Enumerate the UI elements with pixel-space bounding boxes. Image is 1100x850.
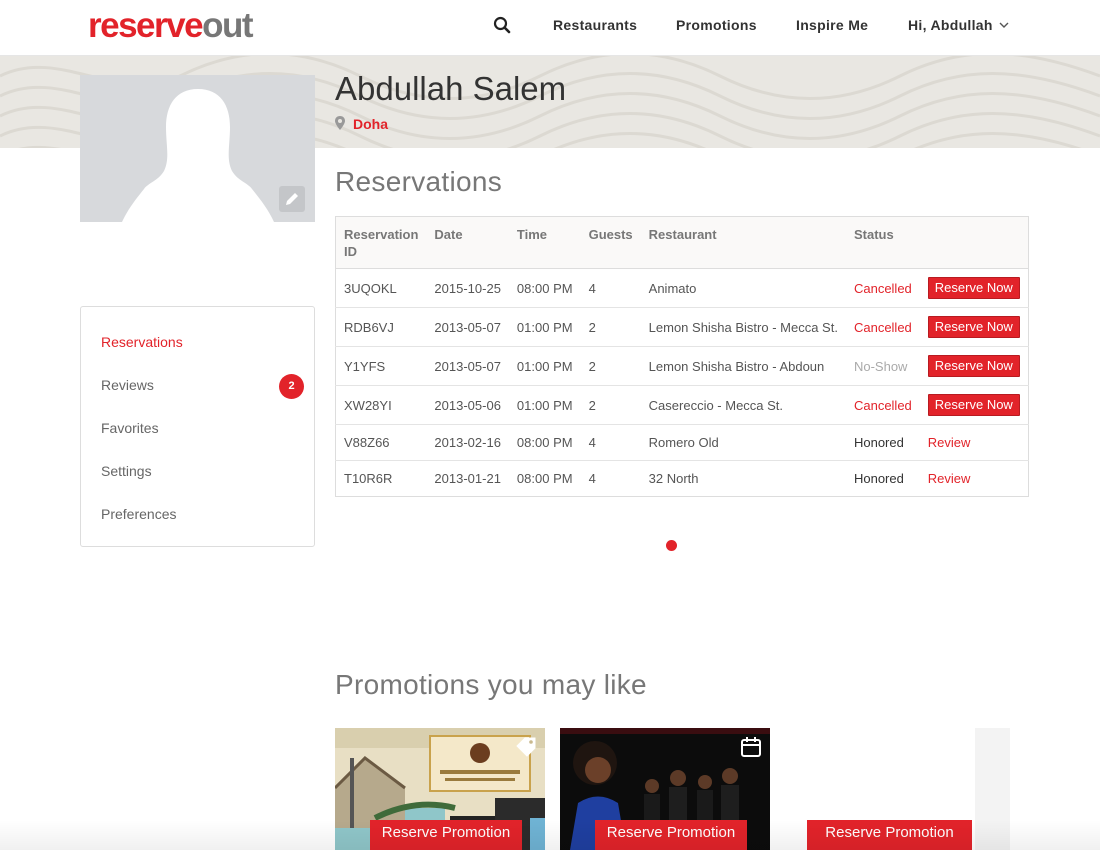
cell-date: 2013-05-07 (426, 307, 509, 347)
cell-guests: 2 (580, 346, 641, 386)
cell-time: 01:00 PM (508, 307, 581, 347)
pagination-dot[interactable] (666, 540, 677, 551)
status-badge: Honored (845, 460, 920, 497)
cell-guests: 4 (580, 424, 641, 461)
cell-date: 2013-02-16 (426, 424, 509, 461)
sidebar-item-reservations[interactable]: Reservations (101, 334, 183, 350)
reserve-now-button[interactable]: Reserve Now (927, 355, 1020, 377)
cell-reservation-id: V88Z66 (335, 424, 427, 461)
cell-guests: 4 (580, 268, 641, 308)
reservations-table: Reservation ID Date Time Guests Restaura… (335, 216, 1029, 497)
status-badge: Cancelled (845, 307, 920, 347)
cell-restaurant: Lemon Shisha Bistro - Mecca St. (640, 307, 846, 347)
pencil-icon[interactable] (279, 186, 305, 212)
cell-guests: 2 (580, 307, 641, 347)
promotion-card[interactable]: Reserve Promotion (335, 728, 545, 850)
reviews-count-badge: 2 (279, 374, 304, 399)
profile-name: Abdullah Salem (335, 70, 567, 107)
cell-restaurant: 32 North (640, 460, 846, 497)
table-row: V88Z66 2013-02-16 08:00 PM 4 Romero Old … (335, 424, 1029, 461)
reserve-now-button[interactable]: Reserve Now (927, 394, 1020, 416)
location-pin-icon (335, 116, 345, 130)
cell-reservation-id: RDB6VJ (335, 307, 427, 347)
col-header-status: Status (845, 216, 920, 269)
sidebar-item-preferences[interactable]: Preferences (101, 506, 176, 522)
sidebar-item-settings[interactable]: Settings (101, 463, 152, 479)
review-link[interactable]: Review (928, 435, 971, 450)
status-badge: Honored (845, 424, 920, 461)
col-header-guests: Guests (580, 216, 641, 269)
cell-action: Reserve Now (919, 307, 1029, 347)
top-navigation-bar: reserveout Restaurants Promotions Inspir… (0, 0, 1100, 56)
cell-time: 08:00 PM (508, 460, 581, 497)
cell-action: Reserve Now (919, 385, 1029, 425)
reserve-now-button[interactable]: Reserve Now (927, 277, 1020, 299)
reserveout-logo[interactable]: reserveout (88, 6, 253, 46)
cell-restaurant: Lemon Shisha Bistro - Abdoun (640, 346, 846, 386)
table-row: RDB6VJ 2013-05-07 01:00 PM 2 Lemon Shish… (335, 307, 1029, 347)
cell-date: 2013-01-21 (426, 460, 509, 497)
sidebar-item-reviews[interactable]: Reviews (101, 377, 154, 393)
status-badge: Cancelled (845, 385, 920, 425)
col-header-restaurant: Restaurant (640, 216, 846, 269)
col-header-time: Time (508, 216, 581, 269)
logo-text-out: out (202, 6, 253, 45)
cell-restaurant: Animato (640, 268, 846, 308)
chevron-down-icon[interactable] (998, 18, 1010, 30)
status-badge: No-Show (845, 346, 920, 386)
cell-time: 08:00 PM (508, 424, 581, 461)
search-icon[interactable] (493, 16, 513, 36)
reserve-promotion-button[interactable]: Reserve Promotion (370, 820, 522, 850)
cell-restaurant: Casereccio - Mecca St. (640, 385, 846, 425)
review-link[interactable]: Review (928, 471, 971, 486)
profile-side-menu: Reservations Reviews 2 Favorites Setting… (80, 306, 315, 547)
cell-action: Reserve Now (919, 346, 1029, 386)
nav-inspire-me[interactable]: Inspire Me (796, 17, 868, 33)
logo-text-reserve: reserve (88, 6, 204, 45)
col-header-date: Date (426, 216, 509, 269)
cell-time: 01:00 PM (508, 385, 581, 425)
col-header-reservation-id: Reservation ID (335, 216, 427, 269)
cell-date: 2013-05-06 (426, 385, 509, 425)
cell-action: Reserve Now (919, 268, 1029, 308)
nav-restaurants[interactable]: Restaurants (553, 17, 637, 33)
promotion-card[interactable]: Reserve Promotion (560, 728, 770, 850)
calendar-icon (740, 736, 762, 758)
status-badge: Cancelled (845, 268, 920, 308)
reservations-heading: Reservations (335, 166, 503, 197)
reserve-now-button[interactable]: Reserve Now (927, 316, 1020, 338)
reserve-promotion-button[interactable]: Reserve Promotion (807, 820, 972, 850)
promotion-card-partial[interactable] (975, 728, 1010, 850)
promotions-heading: Promotions you may like (335, 669, 647, 700)
cell-time: 08:00 PM (508, 268, 581, 308)
user-menu-toggle[interactable]: Hi, Abdullah (908, 17, 993, 33)
col-header-action (919, 216, 1029, 269)
cell-reservation-id: Y1YFS (335, 346, 427, 386)
table-header-row: Reservation ID Date Time Guests Restaura… (335, 216, 1029, 269)
cell-action: Review (919, 424, 1029, 461)
sidebar-item-favorites[interactable]: Favorites (101, 420, 159, 436)
profile-city[interactable]: Doha (353, 116, 388, 132)
reserve-promotion-button[interactable]: Reserve Promotion (595, 820, 747, 850)
cell-restaurant: Romero Old (640, 424, 846, 461)
cell-reservation-id: 3UQOKL (335, 268, 427, 308)
cell-date: 2015-10-25 (426, 268, 509, 308)
cell-guests: 4 (580, 460, 641, 497)
promotion-card[interactable]: Reserve Promotion (785, 728, 995, 850)
cell-date: 2013-05-07 (426, 346, 509, 386)
table-row: XW28YI 2013-05-06 01:00 PM 2 Casereccio … (335, 385, 1029, 425)
table-row: T10R6R 2013-01-21 08:00 PM 4 32 North Ho… (335, 460, 1029, 497)
nav-promotions[interactable]: Promotions (676, 17, 757, 33)
cell-time: 01:00 PM (508, 346, 581, 386)
cell-action: Review (919, 460, 1029, 497)
cell-reservation-id: XW28YI (335, 385, 427, 425)
table-row: 3UQOKL 2015-10-25 08:00 PM 4 Animato Can… (335, 268, 1029, 308)
table-row: Y1YFS 2013-05-07 01:00 PM 2 Lemon Shisha… (335, 346, 1029, 386)
cell-guests: 2 (580, 385, 641, 425)
cell-reservation-id: T10R6R (335, 460, 427, 497)
tag-icon (515, 736, 537, 758)
